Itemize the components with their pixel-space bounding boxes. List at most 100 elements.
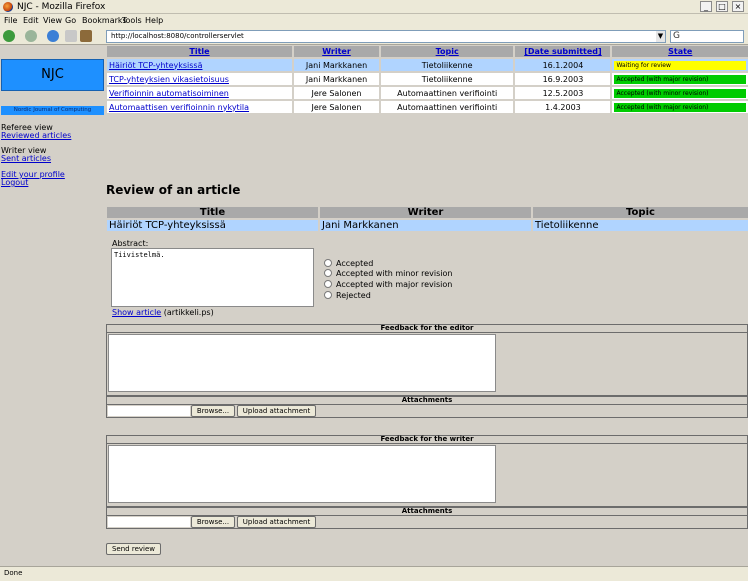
menu-file[interactable]: File [4,16,17,25]
article-title-link[interactable]: Verifioinnin automatisoiminen [109,89,229,98]
article-cell-title: TCP-yhteyksien vikasietoisuus [107,73,293,85]
search-input[interactable]: G [670,30,744,43]
radio-circle-icon[interactable] [324,269,332,277]
article-filename: (artikkeli.ps) [163,308,214,317]
article-title-link[interactable]: Häiriöt TCP-yhteyksissä [109,61,202,70]
radio-accepted[interactable]: Accepted [324,259,373,268]
column-header-title[interactable]: Title [107,46,293,57]
status-bar: Done [0,566,748,581]
site-logo-subtitle: Nordic Journal of Computing [1,106,104,115]
minimize-button[interactable]: _ [700,1,712,12]
forward-icon[interactable] [25,30,37,42]
radio-circle-icon[interactable] [324,259,332,267]
radio-circle-icon[interactable] [324,280,332,288]
radio-label: Accepted [336,259,374,268]
column-header-topic[interactable]: Topic [380,46,514,57]
article-writer: Jere Salonen [311,88,362,98]
send-review-button[interactable]: Send review [106,543,161,555]
article-row: Verifioinnin automatisoiminen Jere Salone… [107,87,748,99]
logout-link[interactable]: Logout [1,178,28,187]
article-state: Accepted (with major revision) [614,74,746,84]
article-cell-topic: Automaattinen verifiointi [380,101,514,113]
upload-attachment-button-editor[interactable]: Upload attachment [237,405,316,417]
column-header-date[interactable]: [Date submitted] [515,46,611,57]
attachments-heading-editor: Attachments [106,396,748,405]
browse-button-editor[interactable]: Browse... [191,405,235,417]
abstract-label: Abstract: [112,239,149,248]
feedback-editor-container [106,333,748,396]
show-article-row: Show article (artikkeli.ps) [112,308,214,317]
browse-button-writer[interactable]: Browse... [191,516,235,528]
article-title-link[interactable]: TCP-yhteyksien vikasietoisuus [109,75,229,84]
attachment-file-input-writer[interactable] [108,517,190,527]
sent-articles-link[interactable]: Sent articles [1,154,51,163]
reload-icon[interactable] [47,30,59,42]
radio-label: Accepted with major revision [336,280,453,289]
sort-title-link[interactable]: Title [189,47,209,56]
article-date: 16.1.2004 [542,60,584,70]
review-header-topic: Topic [533,207,748,218]
feedback-editor-heading: Feedback for the editor [106,324,748,333]
article-topic: Automaattinen verifiointi [397,102,498,112]
sort-date-link[interactable]: [Date submitted] [524,47,601,56]
radio-accepted-minor[interactable]: Accepted with minor revision [324,269,452,278]
article-date: 1.4.2003 [545,102,581,112]
reviewed-articles-link[interactable]: Reviewed articles [1,131,71,140]
article-cell-writer: Jani Markkanen [294,59,379,71]
article-state: Waiting for review [614,60,746,70]
sort-topic-link[interactable]: Topic [436,47,459,56]
review-header-writer: Writer [320,207,531,218]
article-cell-date: 1.4.2003 [515,101,611,113]
sort-state-link[interactable]: State [668,47,692,56]
radio-circle-icon[interactable] [324,291,332,299]
article-row: Automaattisen verifioinnin nykytila Jere … [107,101,748,113]
article-cell-title: Verifioinnin automatisoiminen [107,87,293,99]
menu-help[interactable]: Help [145,16,163,25]
article-cell-title: Automaattisen verifioinnin nykytila [107,101,293,113]
menu-tools[interactable]: Tools [122,16,142,25]
article-writer: Jani Markkanen [305,60,368,70]
article-cell-writer: Jere Salonen [294,87,379,99]
url-dropdown-icon[interactable]: ▼ [656,31,665,42]
radio-accepted-major[interactable]: Accepted with major revision [324,280,452,289]
attachment-file-input-editor[interactable] [108,406,190,416]
stop-icon[interactable] [65,30,77,42]
review-article-topic: Tietoliikenne [533,220,748,231]
article-state: Accepted (with major revision) [614,102,746,112]
site-logo: NJC [1,59,104,91]
article-date: 12.5.2003 [542,88,584,98]
column-header-writer[interactable]: Writer [294,46,379,57]
article-cell-date: 16.9.2003 [515,73,611,85]
window-title: NJC - Mozilla Firefox [17,2,106,12]
article-title-link[interactable]: Automaattisen verifioinnin nykytila [109,103,249,112]
article-cell-state: Accepted (with major revision) [612,73,748,85]
article-date: 16.9.2003 [542,74,584,84]
google-search-icon: G [673,31,680,41]
feedback-editor-textarea[interactable] [108,334,496,392]
back-icon[interactable] [3,30,15,42]
maximize-button[interactable]: □ [716,1,728,12]
column-header-state[interactable]: State [612,46,748,57]
abstract-textarea[interactable]: Tiivistelmä. [111,248,314,307]
article-topic: Automaattinen verifiointi [397,88,498,98]
review-article-table: Title Writer Topic Häiriöt TCP-yhteyksis… [105,205,748,233]
article-state: Accepted (with minor revision) [614,88,746,98]
menu-edit[interactable]: Edit [23,16,39,25]
review-article-title: Häiriöt TCP-yhteyksissä [107,220,318,231]
sort-writer-link[interactable]: Writer [322,47,351,56]
menu-bookmarks[interactable]: Bookmarks [82,16,127,25]
feedback-writer-textarea[interactable] [108,445,496,503]
menu-go[interactable]: Go [65,16,76,25]
article-row: TCP-yhteyksien vikasietoisuus Jani Markka… [107,73,748,85]
home-icon[interactable] [80,30,92,42]
review-heading: Review of an article [106,183,241,197]
show-article-link[interactable]: Show article [112,308,161,317]
attachment-row-editor: Browse... Upload attachment [106,405,748,418]
upload-attachment-button-writer[interactable]: Upload attachment [237,516,316,528]
article-row: Häiriöt TCP-yhteyksissä Jani Markkanen Tie… [107,59,748,71]
menu-view[interactable]: View [43,16,62,25]
feedback-writer-container [106,444,748,507]
close-button[interactable]: × [732,1,744,12]
url-input[interactable]: http://localhost:8080/controllerservlet [106,30,666,43]
radio-rejected[interactable]: Rejected [324,291,371,300]
